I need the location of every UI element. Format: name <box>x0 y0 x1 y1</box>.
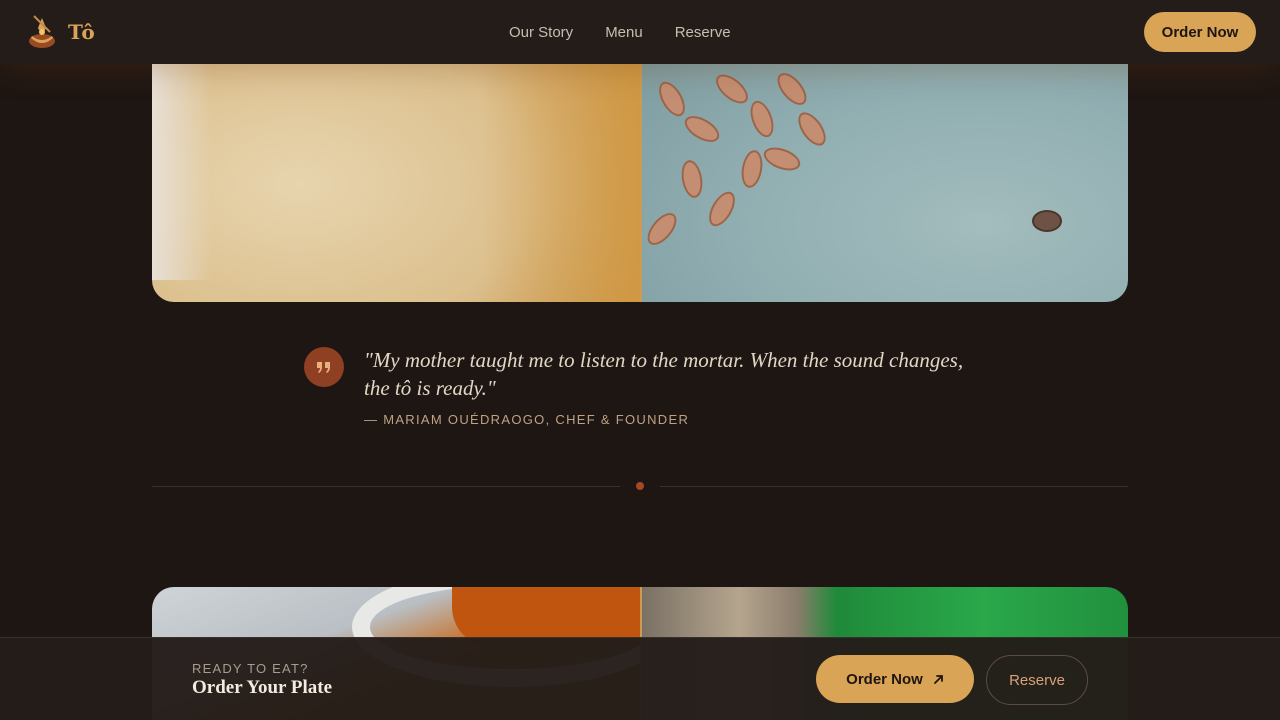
section-separator <box>152 482 1128 490</box>
reserve-button[interactable]: Reserve <box>986 655 1088 705</box>
nav-link-menu[interactable]: Menu <box>605 24 643 41</box>
order-now-button[interactable]: Order Now <box>1144 12 1256 52</box>
brand[interactable]: Tô <box>26 14 95 50</box>
image-pair-top <box>152 40 1128 302</box>
cta-eyebrow: Ready to eat? <box>192 661 309 676</box>
order-now-cta-button[interactable]: Order Now <box>816 655 974 703</box>
grain-photo <box>642 40 1128 302</box>
separator-dot <box>636 482 644 490</box>
order-now-cta-label: Order Now <box>846 670 923 688</box>
brand-logo-icon <box>29 15 55 48</box>
nav-link-reserve[interactable]: Reserve <box>675 24 731 41</box>
nav-links: Our Story Menu Reserve <box>509 0 731 64</box>
separator-line-left <box>152 486 620 487</box>
arrow-up-right-icon <box>933 674 943 684</box>
quote-author: — Mariam Ouédraogo, Chef & Founder <box>364 412 690 427</box>
separator-line-right <box>660 486 1128 487</box>
cta-title: Order Your Plate <box>192 677 333 698</box>
sticky-order-bar: Ready to eat? Order Your Plate Order Now… <box>0 637 1280 720</box>
top-navbar: Tô Our Story Menu Reserve Order Now <box>0 0 1280 64</box>
quote-text: "My mother taught me to listen to the mo… <box>364 348 964 400</box>
brand-name: Tô <box>68 20 95 44</box>
nav-link-our-story[interactable]: Our Story <box>509 24 573 41</box>
to-dish-photo <box>152 40 640 302</box>
quote-icon <box>304 347 344 387</box>
